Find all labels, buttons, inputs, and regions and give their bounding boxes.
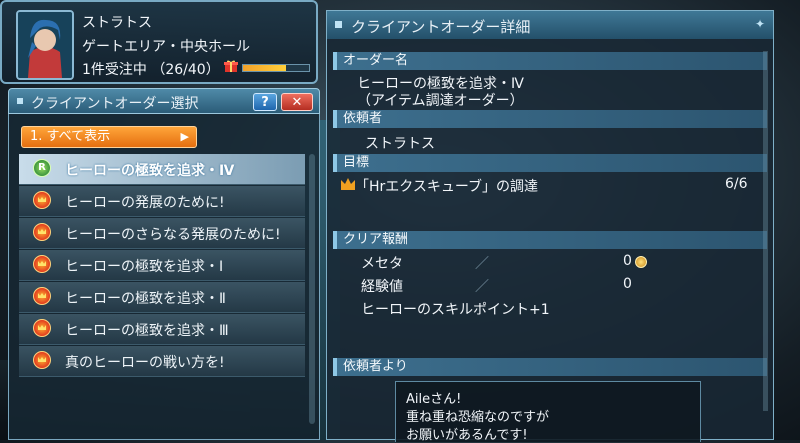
close-button[interactable]: ✕ — [281, 93, 313, 111]
detail-title-bar: クライアントオーダー詳細 ✦ — [327, 11, 773, 39]
order-label: ヒーローの極致を追求・Ⅲ — [65, 323, 229, 339]
reward-header: クリア報酬 — [333, 231, 767, 249]
reward-separator: ／ — [475, 256, 489, 272]
orders-progress-bar — [242, 64, 310, 72]
target-text: 「Hrエクスキューブ」の調達 — [355, 179, 539, 195]
selection-title: クライアントオーダー選択 — [31, 96, 199, 112]
client-header: 依頼者 — [333, 110, 767, 128]
target-header: 目標 — [333, 154, 767, 172]
filter-tab-label: 1. すべて表示 — [30, 129, 111, 144]
client-name: ストラトス — [365, 136, 435, 152]
client-message-box: Aileさん! 重ね重ね恐縮なのですが お願いがあるんです! — [395, 381, 701, 443]
selection-body: 1. すべて表示 ▶ R ヒーローの極致を追求・Ⅳ ヒーローの発展のために! ヒーロー… — [8, 114, 320, 440]
reward-separator: ／ — [475, 279, 489, 295]
message-line: Aileさん! — [406, 392, 462, 407]
selection-title-bar[interactable]: クライアントオーダー選択 ? ✕ — [8, 88, 320, 114]
reward-extra: ヒーローのスキルポイント+1 — [361, 302, 550, 318]
order-list-item[interactable]: R ヒーローの極致を追求・Ⅳ — [19, 154, 305, 185]
reward-exp-value: 0 — [623, 276, 632, 292]
window-icon — [335, 21, 342, 28]
message-line: お願いがあるんです! — [406, 428, 528, 443]
crown-icon — [33, 191, 51, 209]
diamond-icon: ✦ — [754, 17, 765, 31]
window-icon — [17, 98, 23, 104]
crown-icon — [33, 223, 51, 241]
order-label: ヒーローのさらなる発展のために! — [65, 227, 281, 243]
crown-icon — [33, 351, 51, 369]
order-list-item[interactable]: ヒーローの極致を追求・Ⅱ — [19, 282, 305, 313]
client-order-selection-panel: クライアントオーダー選択 ? ✕ 1. すべて表示 ▶ R ヒーローの極致を追求・… — [8, 88, 320, 440]
player-status-panel: ストラトス ゲートエリア・中央ホール 1件受注中 （26/40） — [0, 0, 318, 84]
r-badge-icon: R — [33, 159, 51, 177]
order-name-header: オーダー名 — [333, 52, 767, 70]
order-list-item[interactable]: 真のヒーローの戦い方を! — [19, 346, 305, 377]
filter-tab-all[interactable]: 1. すべて表示 ▶ — [21, 126, 197, 148]
reward-exp-label: 経験値 — [361, 279, 403, 295]
player-name: ストラトス — [82, 15, 152, 31]
detail-title: クライアントオーダー詳細 — [351, 18, 531, 36]
order-label: ヒーローの発展のために! — [65, 195, 225, 211]
order-type: （アイテム調達オーダー） — [357, 93, 524, 109]
order-list-item[interactable]: ヒーローの発展のために! — [19, 186, 305, 217]
order-list-item[interactable]: ヒーローの極致を追求・Ⅰ — [19, 250, 305, 281]
meseta-icon — [635, 256, 647, 268]
crown-icon — [341, 178, 355, 190]
order-list: R ヒーローの極致を追求・Ⅳ ヒーローの発展のために! ヒーローのさらなる発展のために… — [19, 154, 305, 378]
client-order-detail-panel: クライアントオーダー詳細 ✦ オーダー名 ヒーローの極致を追求・Ⅳ （アイテム調… — [326, 10, 774, 443]
detail-scrollbar[interactable] — [763, 51, 768, 411]
reward-meseta-value: 0 — [623, 253, 632, 269]
order-list-item[interactable]: ヒーローのさらなる発展のために! — [19, 218, 305, 249]
message-header: 依頼者より — [333, 358, 767, 376]
chevron-right-icon: ▶ — [180, 130, 189, 143]
order-label: 真のヒーローの戦い方を! — [65, 355, 225, 371]
player-location: ゲートエリア・中央ホール — [82, 39, 250, 55]
help-button[interactable]: ? — [253, 93, 277, 111]
crown-icon — [33, 319, 51, 337]
orders-progress-fill — [243, 65, 286, 71]
message-line: 重ね重ね恐縮なのですが — [406, 410, 550, 425]
order-label: ヒーローの極致を追求・Ⅱ — [65, 291, 226, 307]
orders-status: 1件受注中 （26/40） — [82, 62, 220, 78]
avatar — [16, 10, 74, 80]
order-label: ヒーローの極致を追求・Ⅳ — [65, 163, 235, 179]
order-label: ヒーローの極致を追求・Ⅰ — [65, 259, 224, 275]
reward-meseta-label: メセタ — [361, 256, 403, 272]
crown-icon — [33, 255, 51, 273]
order-list-item[interactable]: ヒーローの極致を追求・Ⅲ — [19, 314, 305, 345]
target-progress: 6/6 — [725, 176, 748, 192]
crown-icon — [33, 287, 51, 305]
scrollbar[interactable] — [309, 154, 315, 424]
gift-icon — [224, 60, 238, 72]
character-portrait-icon — [18, 12, 72, 78]
